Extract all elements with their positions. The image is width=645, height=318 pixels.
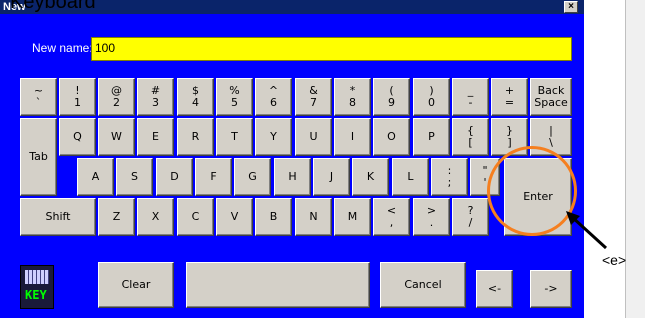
key-v[interactable]: V — [216, 198, 253, 236]
key-x[interactable]: X — [137, 198, 174, 236]
key-p[interactable]: P — [413, 118, 450, 156]
key-l[interactable]: L — [392, 158, 429, 196]
key-h[interactable]: H — [274, 158, 311, 196]
key-1[interactable]: ! 1 — [59, 78, 96, 116]
key-g[interactable]: G — [234, 158, 271, 196]
space-key[interactable] — [186, 262, 370, 308]
key-e[interactable]: E — [137, 118, 174, 156]
key-8[interactable]: * 8 — [334, 78, 371, 116]
arrow-right-button[interactable]: -> — [530, 270, 572, 308]
arrow-left-button[interactable]: <- — [476, 270, 513, 308]
key-minus[interactable]: _ - — [452, 78, 489, 116]
key-f[interactable]: F — [195, 158, 232, 196]
key-q[interactable]: Q — [59, 118, 96, 156]
key-k[interactable]: K — [352, 158, 389, 196]
key-bracket-left[interactable]: { [ — [452, 118, 489, 156]
close-button[interactable]: × — [564, 1, 578, 13]
key-semicolon[interactable]: : ; — [431, 158, 468, 196]
side-panel — [625, 0, 645, 318]
key-o[interactable]: O — [373, 118, 410, 156]
pointer-arrow-icon — [566, 211, 608, 250]
key-4[interactable]: $ 4 — [177, 78, 214, 116]
name-label: New name: — [32, 41, 93, 55]
cancel-button[interactable]: Cancel — [380, 262, 466, 308]
key-r[interactable]: R — [177, 118, 214, 156]
key-7[interactable]: & 7 — [295, 78, 332, 116]
key-d[interactable]: D — [156, 158, 193, 196]
key-0[interactable]: ) 0 — [413, 78, 450, 116]
shift-key[interactable]: Shift — [20, 198, 96, 236]
key-s[interactable]: S — [116, 158, 153, 196]
key-w[interactable]: W — [98, 118, 135, 156]
logo-label: KEY — [25, 288, 47, 302]
annotation-label: <e> — [602, 252, 627, 268]
name-input[interactable]: 100 — [91, 37, 572, 61]
tab-key[interactable]: Tab — [20, 118, 57, 196]
keyboard-logo-icon: KEY — [20, 265, 54, 309]
key-6[interactable]: ^ 6 — [255, 78, 292, 116]
key-y[interactable]: Y — [255, 118, 292, 156]
key-slash[interactable]: ? / — [452, 198, 489, 236]
key-2[interactable]: @ 2 — [98, 78, 135, 116]
backspace-key[interactable]: Back Space — [530, 78, 572, 116]
key-a[interactable]: A — [77, 158, 114, 196]
key-tilde[interactable]: ~ ` — [20, 78, 57, 116]
key-j[interactable]: J — [313, 158, 350, 196]
caption-title: Keyboard — [10, 0, 96, 13]
key-comma[interactable]: < , — [373, 198, 410, 236]
new-dialog-window: New × New name: 100 ~ ` ! 1 @ 2 # 3 $ 4 … — [0, 0, 584, 318]
key-equals[interactable]: + = — [491, 78, 528, 116]
key-b[interactable]: B — [255, 198, 292, 236]
key-3[interactable]: # 3 — [137, 78, 174, 116]
key-z[interactable]: Z — [98, 198, 135, 236]
clear-button[interactable]: Clear — [98, 262, 174, 308]
key-5[interactable]: % 5 — [216, 78, 253, 116]
key-period[interactable]: > . — [413, 198, 450, 236]
key-t[interactable]: T — [216, 118, 253, 156]
key-c[interactable]: C — [177, 198, 214, 236]
key-u[interactable]: U — [295, 118, 332, 156]
keyboard-icon — [25, 270, 49, 284]
key-9[interactable]: ( 9 — [373, 78, 410, 116]
key-m[interactable]: M — [334, 198, 371, 236]
key-i[interactable]: I — [334, 118, 371, 156]
key-n[interactable]: N — [295, 198, 332, 236]
